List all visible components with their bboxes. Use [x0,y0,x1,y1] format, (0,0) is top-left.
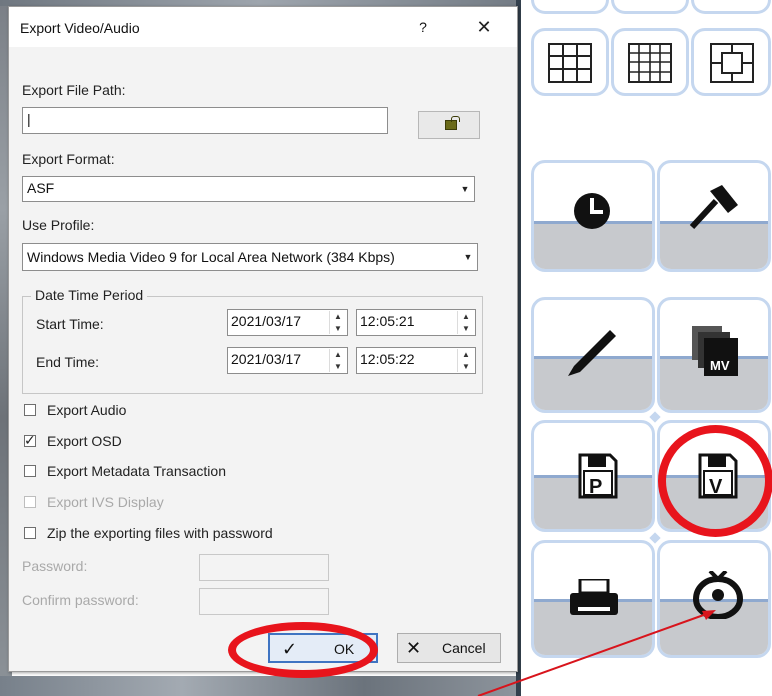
annotation-arrow [477,610,716,696]
